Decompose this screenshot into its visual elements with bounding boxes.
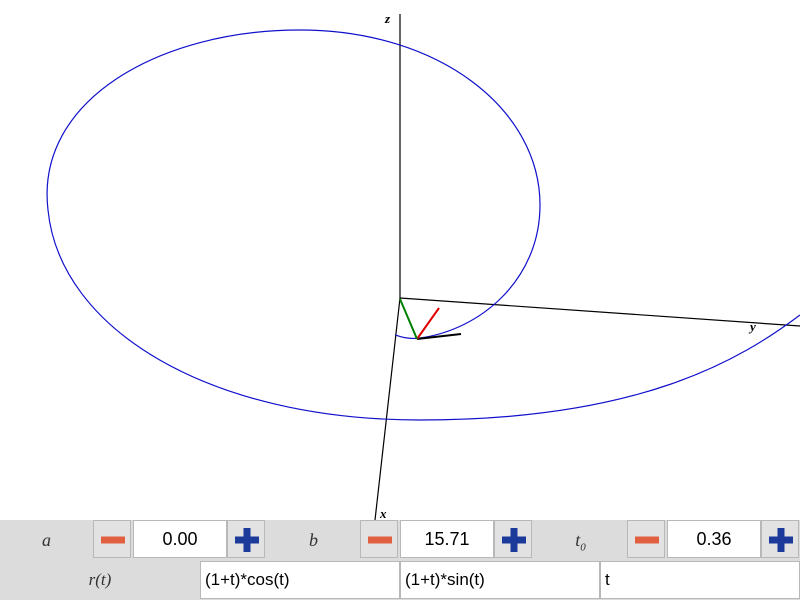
plot-canvas[interactable]: z y x xyxy=(0,0,800,520)
plus-icon xyxy=(502,528,526,552)
minus-icon xyxy=(635,536,659,544)
function-label: r(t) xyxy=(88,570,112,589)
z-expression-input[interactable] xyxy=(600,561,800,599)
param-b-input[interactable] xyxy=(400,520,494,558)
z-axis-label: z xyxy=(384,11,391,26)
x-expression-input[interactable] xyxy=(200,561,400,599)
axes: z y x xyxy=(374,11,800,520)
y-axis-label: y xyxy=(748,319,756,334)
y-expression-input[interactable] xyxy=(400,561,600,599)
binormal-vector xyxy=(399,298,418,340)
y-axis xyxy=(399,297,800,327)
function-row: r(t) xyxy=(0,560,800,600)
param-t0-label: t0 xyxy=(534,520,627,560)
minus-icon xyxy=(101,536,125,544)
param-t0-input[interactable] xyxy=(667,520,761,558)
decrement-b-button[interactable] xyxy=(360,520,398,558)
parameter-row: a b t0 xyxy=(0,520,800,560)
minus-icon xyxy=(368,536,392,544)
frenet-frame xyxy=(399,298,462,340)
param-t0-label-sub: 0 xyxy=(580,541,586,554)
increment-b-button[interactable] xyxy=(494,520,532,558)
plus-icon xyxy=(235,528,259,552)
increment-a-button[interactable] xyxy=(227,520,265,558)
increment-t0-button[interactable] xyxy=(761,520,799,558)
x-axis-label: x xyxy=(379,506,387,520)
param-a-input[interactable] xyxy=(133,520,227,558)
param-b-label: b xyxy=(309,530,318,550)
space-curve xyxy=(46,29,800,421)
plus-icon xyxy=(769,528,793,552)
tangent-vector xyxy=(416,333,462,340)
param-a-label: a xyxy=(42,530,51,550)
x-axis xyxy=(374,297,401,520)
decrement-t0-button[interactable] xyxy=(627,520,665,558)
control-panel: a b t0 r(t) xyxy=(0,520,800,600)
decrement-a-button[interactable] xyxy=(93,520,131,558)
